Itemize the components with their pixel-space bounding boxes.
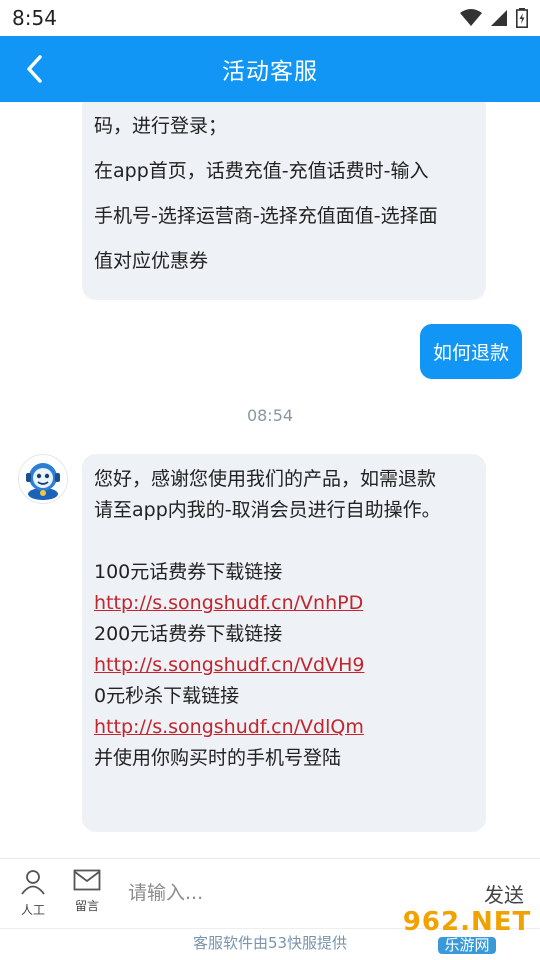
message-line: 手机号-选择运营商-选择充值面值-选择面 [94,205,438,227]
robot-avatar-icon [26,463,60,500]
signal-icon [491,10,507,26]
flash-sale-label: 0元秒杀下载链接 [94,685,240,707]
leave-message-label: 留言 [74,899,99,913]
coupon-100-link[interactable]: http://s.songshudf.cn/VnhPD [94,592,363,614]
mail-icon [73,869,101,891]
person-icon [21,870,45,895]
wifi-icon [460,9,482,26]
reply-spacer [94,526,474,557]
watermark-subtext: 乐游网 [438,936,496,954]
watermark-text: 962.NET [402,906,532,937]
leave-message-button[interactable]: 留言 [67,869,107,914]
user-message-bubble: 如何退款 [419,324,522,379]
status-icons [460,8,528,28]
flash-sale-link[interactable]: http://s.songshudf.cn/VdlQm [94,716,364,738]
agent-reply-bubble: 您好，感谢您使用我们的产品，如需退款 请至app内我的-取消会员进行自助操作。 … [82,454,486,832]
human-agent-label: 人工 [20,903,45,917]
status-time: 8:54 [12,6,57,30]
reply-line: 请至app内我的-取消会员进行自助操作。 [94,499,441,521]
battery-icon [516,8,528,28]
chat-area[interactable]: 码，进行登录； 在app首页，话费充值-充值话费时-输入 手机号-选择运营商-选… [0,102,540,858]
user-message-text: 如何退款 [432,342,509,364]
message-timestamp: 08:54 [246,406,294,425]
status-bar: 8:54 [0,0,540,36]
watermark-logo: 962.NET 乐游网 [402,906,532,956]
back-arrow-icon [27,55,42,83]
send-button[interactable]: 发送 [484,879,524,908]
coupon-100-label: 100元话费券下载链接 [94,561,283,583]
message-line: 码，进行登录； [94,115,228,137]
agent-avatar [18,454,68,504]
page-title: 活动客服 [222,59,318,85]
app-bar: 活动客服 [0,36,540,102]
message-input[interactable] [116,873,446,913]
coupon-200-link[interactable]: http://s.songshudf.cn/VdVH9 [94,654,364,676]
back-button[interactable] [16,51,52,87]
human-agent-button[interactable]: 人工 [13,869,53,918]
message-line: 在app首页，话费充值-充值话费时-输入 [94,160,429,182]
coupon-200-label: 200元话费券下载链接 [94,623,283,645]
reply-closing: 并使用你购买时的手机号登陆 [94,747,342,769]
message-line: 值对应优惠券 [94,250,209,272]
agent-message-bubble: 码，进行登录； 在app首页，话费充值-充值话费时-输入 手机号-选择运营商-选… [82,102,486,300]
reply-line: 您好，感谢您使用我们的产品，如需退款 [94,468,437,490]
